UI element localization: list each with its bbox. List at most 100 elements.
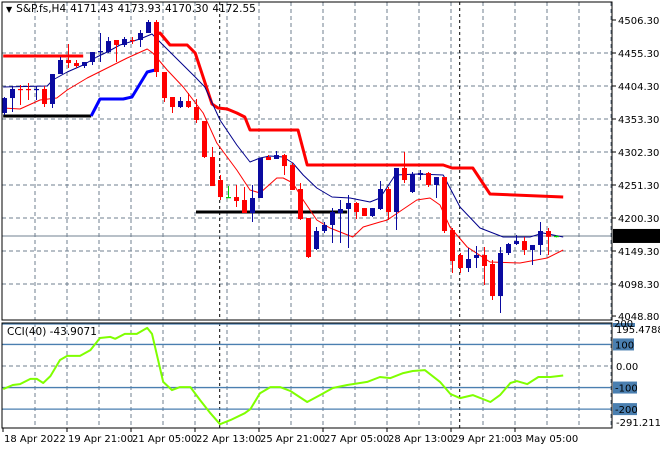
candle-body	[314, 231, 319, 249]
cci-line	[2, 326, 564, 426]
candle-body	[42, 88, 47, 104]
candle-body	[514, 241, 519, 245]
candle-body	[354, 202, 359, 212]
candle-body	[170, 97, 175, 108]
candle-body	[186, 101, 191, 108]
candle-body	[306, 218, 311, 258]
candle-body	[210, 156, 215, 187]
candle-body	[530, 244, 535, 251]
candle-body	[226, 197, 231, 199]
candle-body	[426, 173, 431, 185]
candle-body	[266, 156, 271, 161]
cci-level-label: -100	[615, 384, 638, 395]
candle-body	[18, 88, 23, 91]
candle-body	[162, 72, 167, 99]
time-axis-label: 19 Apr 21:00	[68, 434, 133, 445]
cci-max-label: 195.4788	[616, 325, 660, 336]
candle-body	[218, 180, 223, 198]
candle-body	[250, 198, 255, 214]
candle-body	[546, 231, 551, 237]
candle-body	[106, 41, 111, 53]
cci-min-label: -291.2113	[616, 418, 660, 429]
price-axis-label: 4353.30	[618, 115, 659, 126]
candle-body	[146, 22, 151, 34]
current-price-label: 4172.55	[617, 232, 658, 243]
price-axis-label: 4404.30	[618, 82, 659, 93]
candle-body	[418, 173, 423, 176]
candle-body	[242, 200, 247, 214]
time-axis-label: 3 May 05:00	[516, 434, 578, 445]
candle-body	[522, 241, 527, 251]
candle-body	[538, 231, 543, 245]
candle-body	[282, 155, 287, 167]
candle-body	[290, 165, 295, 190]
time-axis-label: 28 Apr 13:00	[388, 434, 453, 445]
candle-body	[434, 177, 439, 185]
candle-body	[90, 52, 95, 62]
candle-body	[394, 167, 399, 212]
collapse-triangle-icon[interactable]: ▼	[6, 5, 12, 14]
candle-body	[26, 88, 31, 91]
candle-body	[178, 101, 183, 108]
candle-body	[386, 189, 391, 212]
price-chart[interactable]: 4506.30 4455.30 4404.30 4353.30 4302.30 4251.…	[0, 0, 660, 450]
candle-body	[410, 174, 415, 192]
candle-body	[234, 197, 239, 201]
chart-header: ▼ S&P.fs,H4 4171.43 4173.93 4170.30 4172.55	[6, 3, 260, 15]
candle-body	[346, 202, 351, 210]
candle-body	[130, 39, 135, 42]
candle-body	[274, 155, 279, 159]
cci-indicator-label: CCI(40) -43.9071	[7, 326, 97, 338]
moving-average-fast	[3, 33, 564, 238]
candle-body	[194, 107, 199, 121]
candle-body	[498, 253, 503, 297]
price-axis-label: 4506.30	[618, 16, 659, 27]
lower-channel-line	[89, 68, 156, 117]
candle-body	[338, 209, 343, 214]
cci-zero-label: 0.00	[616, 362, 638, 373]
candle-body	[114, 39, 119, 45]
time-axis-label: 21 Apr 05:00	[132, 434, 197, 445]
candle-body	[370, 208, 375, 216]
candle-body	[98, 50, 103, 53]
price-axis-label: 4251.30	[618, 181, 659, 192]
candle-body	[50, 74, 55, 104]
upper-channel-line	[154, 31, 564, 199]
candle-body	[74, 63, 79, 67]
candle-body	[2, 98, 7, 113]
candle-body	[378, 189, 383, 210]
ohlc-close: 4172.55	[212, 3, 256, 15]
candle-body	[450, 230, 455, 262]
candle-body	[506, 244, 511, 254]
candle-body	[322, 224, 327, 232]
candle-body	[138, 33, 143, 40]
price-axis-label: 4149.30	[618, 247, 659, 258]
candle-body	[466, 259, 471, 269]
candle-body	[554, 235, 559, 238]
candle-body	[258, 158, 263, 199]
candle-body	[34, 88, 39, 91]
price-axis-label: 4302.30	[618, 148, 659, 159]
candle-body	[482, 255, 487, 267]
candle-body	[82, 61, 87, 67]
candle-body	[66, 59, 71, 64]
cci-panel-frame	[1, 322, 613, 429]
candle-body	[154, 22, 159, 73]
candle-body	[474, 255, 479, 258]
price-axis-label: 4200.30	[618, 214, 659, 225]
ohlc-high: 4173.93	[117, 3, 161, 15]
time-axis-label: 29 Apr 21:00	[452, 434, 517, 445]
candle-body	[458, 255, 463, 269]
candle-body	[330, 211, 335, 225]
time-axis-label: 18 Apr 2022	[4, 434, 66, 445]
candle-body	[402, 167, 407, 181]
candle-body	[122, 39, 127, 45]
price-axis-label: 4455.30	[618, 49, 659, 60]
candle-body	[490, 264, 495, 297]
candle-body	[298, 189, 303, 220]
cci-value: -43.9071	[49, 326, 97, 338]
cci-name: CCI(40)	[7, 326, 47, 338]
cci-level-label: -200	[615, 405, 638, 416]
candle-body	[202, 121, 207, 157]
candle-body	[10, 88, 15, 99]
